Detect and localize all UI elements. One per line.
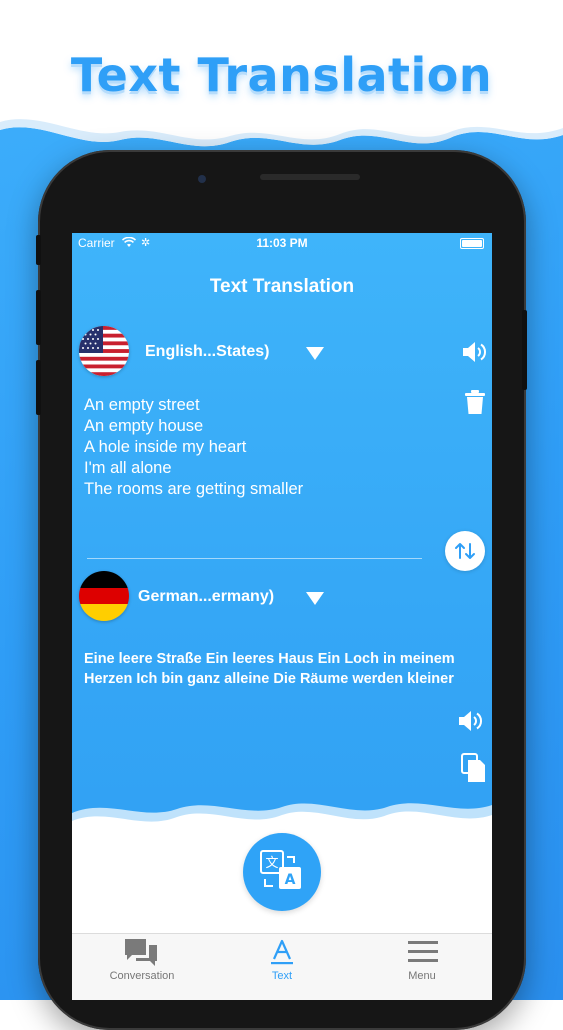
- source-line: I'm all alone: [84, 459, 172, 477]
- copy-icon[interactable]: [461, 753, 487, 783]
- phone-mute-switch: [36, 235, 41, 265]
- source-language-selector[interactable]: English...States): [145, 343, 269, 361]
- target-language-selector[interactable]: German...ermany): [138, 588, 274, 606]
- text-a-icon: [271, 939, 293, 965]
- chat-bubbles-icon: [125, 939, 157, 966]
- tab-text[interactable]: Text: [212, 934, 352, 1000]
- translate-icon: 文 A: [260, 850, 301, 889]
- tab-label: Menu: [408, 970, 436, 982]
- hamburger-menu-icon: [408, 941, 438, 962]
- status-bar: Carrier ✲ 11:03 PM: [72, 233, 492, 253]
- promo-title: Text Translation: [70, 48, 493, 102]
- target-dropdown-arrow-icon[interactable]: [306, 592, 324, 605]
- app-screen: Carrier ✲ 11:03 PM Text Translation Engl…: [72, 233, 492, 1000]
- target-speaker-icon[interactable]: [458, 709, 484, 733]
- trash-icon[interactable]: [465, 390, 485, 414]
- tab-menu[interactable]: Menu: [352, 934, 492, 1000]
- germany-flag-icon[interactable]: [79, 571, 129, 621]
- swap-arrows-icon: [455, 543, 475, 559]
- tab-bar: Conversation Text Menu: [72, 933, 492, 1000]
- source-line: An empty house: [84, 417, 204, 435]
- app-title: Text Translation: [209, 276, 355, 297]
- source-line: The rooms are getting smaller: [84, 480, 304, 498]
- phone-speaker: [260, 174, 360, 180]
- phone-volume-down: [36, 360, 41, 415]
- tab-conversation[interactable]: Conversation: [72, 934, 212, 1000]
- source-line: An empty street: [84, 396, 200, 414]
- us-flag-icon[interactable]: [79, 326, 129, 376]
- phone-volume-up: [36, 290, 41, 345]
- section-divider: [87, 558, 422, 559]
- source-text-area[interactable]: An empty street An empty house A hole in…: [84, 395, 303, 500]
- phone-power-button: [522, 310, 527, 390]
- svg-text:文: 文: [265, 856, 278, 871]
- status-time: 11:03 PM: [256, 236, 308, 250]
- source-dropdown-arrow-icon[interactable]: [306, 347, 324, 360]
- tab-label: Text: [271, 970, 293, 982]
- phone-camera: [198, 175, 206, 183]
- translate-button[interactable]: 文 A: [243, 833, 321, 911]
- svg-text:A: A: [285, 872, 296, 888]
- source-speaker-icon[interactable]: [462, 340, 488, 364]
- translation-output: Eine leere Straße Ein leeres Haus Ein Lo…: [84, 651, 455, 687]
- battery-icon: [460, 238, 484, 249]
- swap-languages-button[interactable]: [445, 531, 485, 571]
- source-line: A hole inside my heart: [84, 438, 247, 456]
- tab-label: Conversation: [109, 970, 175, 982]
